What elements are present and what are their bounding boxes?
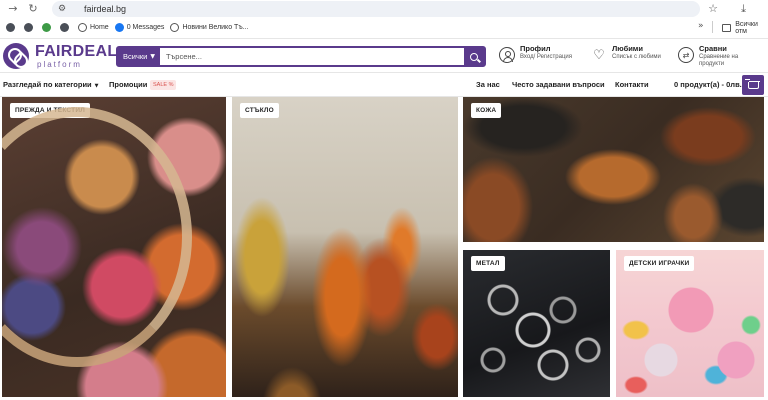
- cart-button[interactable]: [742, 75, 764, 95]
- category-tile-leather[interactable]: КОЖА: [463, 97, 764, 242]
- bookmark-messages[interactable]: 0 Messages: [114, 20, 165, 34]
- caret-down-icon: ▼: [150, 53, 155, 60]
- tile-label: КОЖА: [471, 103, 502, 118]
- site-info-icon[interactable]: ⚙: [58, 3, 70, 15]
- logo-mark-icon: [3, 43, 29, 69]
- main-nav: Разгледай по категории ▼ Промоции SALE % …: [0, 72, 768, 97]
- more-bookmarks-button[interactable]: »: [698, 21, 704, 31]
- globe-icon: [78, 22, 87, 32]
- category-tile-metal[interactable]: МЕТАЛ: [463, 250, 610, 397]
- bookmark-item[interactable]: [42, 20, 54, 34]
- logo-brand: FAIRDEAL: [35, 42, 118, 60]
- search-category-select[interactable]: Всички ▼: [118, 48, 160, 65]
- divider: [712, 21, 713, 33]
- bookmark-item[interactable]: [24, 20, 36, 34]
- category-tile-glass[interactable]: СТЪКЛО: [232, 97, 458, 397]
- about-link[interactable]: За нас: [476, 80, 500, 89]
- compare-icon: ⇄: [678, 47, 694, 63]
- contacts-link[interactable]: Контакти: [615, 80, 649, 89]
- category-tile-kids-toys[interactable]: ДЕТСКИ ИГРАЧКИ: [616, 250, 764, 397]
- dark-circle-icon: [24, 22, 33, 32]
- bookmark-label: Новини Велико Тъ...: [182, 23, 249, 31]
- favorites-link[interactable]: ♡ Любими Списък с любими: [591, 44, 672, 63]
- favorites-subtitle: Списък с любими: [612, 54, 661, 60]
- url-text[interactable]: fairdeal.bg: [84, 4, 126, 14]
- bookmark-item[interactable]: [6, 20, 18, 34]
- search-button[interactable]: [464, 48, 484, 65]
- address-bar[interactable]: ⚙ fairdeal.bg: [52, 1, 700, 17]
- category-tile-yarn-textile[interactable]: ПРЕЖДА И ТЕКСТИЛ: [2, 97, 226, 397]
- download-icon[interactable]: ⤓: [741, 2, 746, 16]
- cart-icon: [744, 78, 760, 89]
- bookmark-label: 0 Messages: [126, 23, 165, 31]
- green-house-icon: [42, 22, 51, 32]
- promotions-link[interactable]: Промоции: [109, 80, 147, 89]
- cart-summary[interactable]: 0 продукт(а) - 0лв.: [674, 80, 742, 89]
- search-bar: Всички ▼: [116, 46, 486, 67]
- search-icon: [470, 52, 478, 61]
- search-category-label: Всички: [123, 52, 148, 61]
- bookmarks-bar: Home 0 Messages Новини Велико Тъ... » Вс…: [0, 18, 768, 36]
- all-bookmarks-folder[interactable]: Всички отм: [722, 21, 768, 35]
- bookmark-label: Home: [90, 23, 109, 31]
- forward-icon[interactable]: →: [6, 2, 20, 16]
- bookmark-star-icon[interactable]: ☆: [708, 2, 718, 15]
- site-header: FAIRDEAL platform Всички ▼ Профил Вход/ …: [0, 38, 768, 72]
- profile-title: Профил: [520, 44, 551, 53]
- categories-label: Разгледай по категории: [3, 80, 92, 89]
- caret-down-icon: ▼: [94, 83, 99, 89]
- compare-subtitle: Сравнение на продукти: [699, 54, 739, 67]
- sale-badge: SALE %: [150, 80, 177, 90]
- tile-label: МЕТАЛ: [471, 256, 505, 271]
- faq-link[interactable]: Често задавани въпроси: [512, 80, 605, 89]
- bookmark-news[interactable]: Новини Велико Тъ...: [170, 20, 249, 34]
- folder-icon: [722, 24, 732, 32]
- compare-link[interactable]: ⇄ Сравни Сравнение на продукти: [678, 44, 745, 68]
- dark-circle-icon: [6, 22, 15, 32]
- tile-label: СТЪКЛО: [240, 103, 279, 118]
- logo-subtitle: platform: [37, 59, 82, 69]
- bookmark-home[interactable]: Home: [78, 20, 109, 34]
- user-icon: [499, 47, 515, 63]
- favorites-title: Любими: [612, 44, 643, 53]
- heart-icon: ♡: [593, 47, 605, 63]
- profile-link[interactable]: Профил Вход/ Регистрация: [499, 44, 580, 63]
- globe-icon: [170, 22, 180, 32]
- site-logo[interactable]: FAIRDEAL platform: [3, 43, 117, 69]
- search-input[interactable]: [160, 48, 464, 65]
- tile-label: ПРЕЖДА И ТЕКСТИЛ: [10, 103, 90, 118]
- browser-toolbar: → ↻ ⚙ fairdeal.bg ☆ ⤓: [0, 0, 768, 18]
- dark-circle-icon: [60, 22, 69, 32]
- categories-menu[interactable]: Разгледай по категории ▼: [3, 80, 99, 89]
- tile-label: ДЕТСКИ ИГРАЧКИ: [624, 256, 695, 271]
- compare-title: Сравни: [699, 44, 727, 53]
- facebook-icon: [114, 22, 124, 32]
- profile-subtitle: Вход/ Регистрация: [520, 54, 572, 60]
- all-bookmarks-label: Всички отм: [735, 21, 758, 35]
- bookmark-item[interactable]: [60, 20, 72, 34]
- reload-icon[interactable]: ↻: [26, 2, 40, 16]
